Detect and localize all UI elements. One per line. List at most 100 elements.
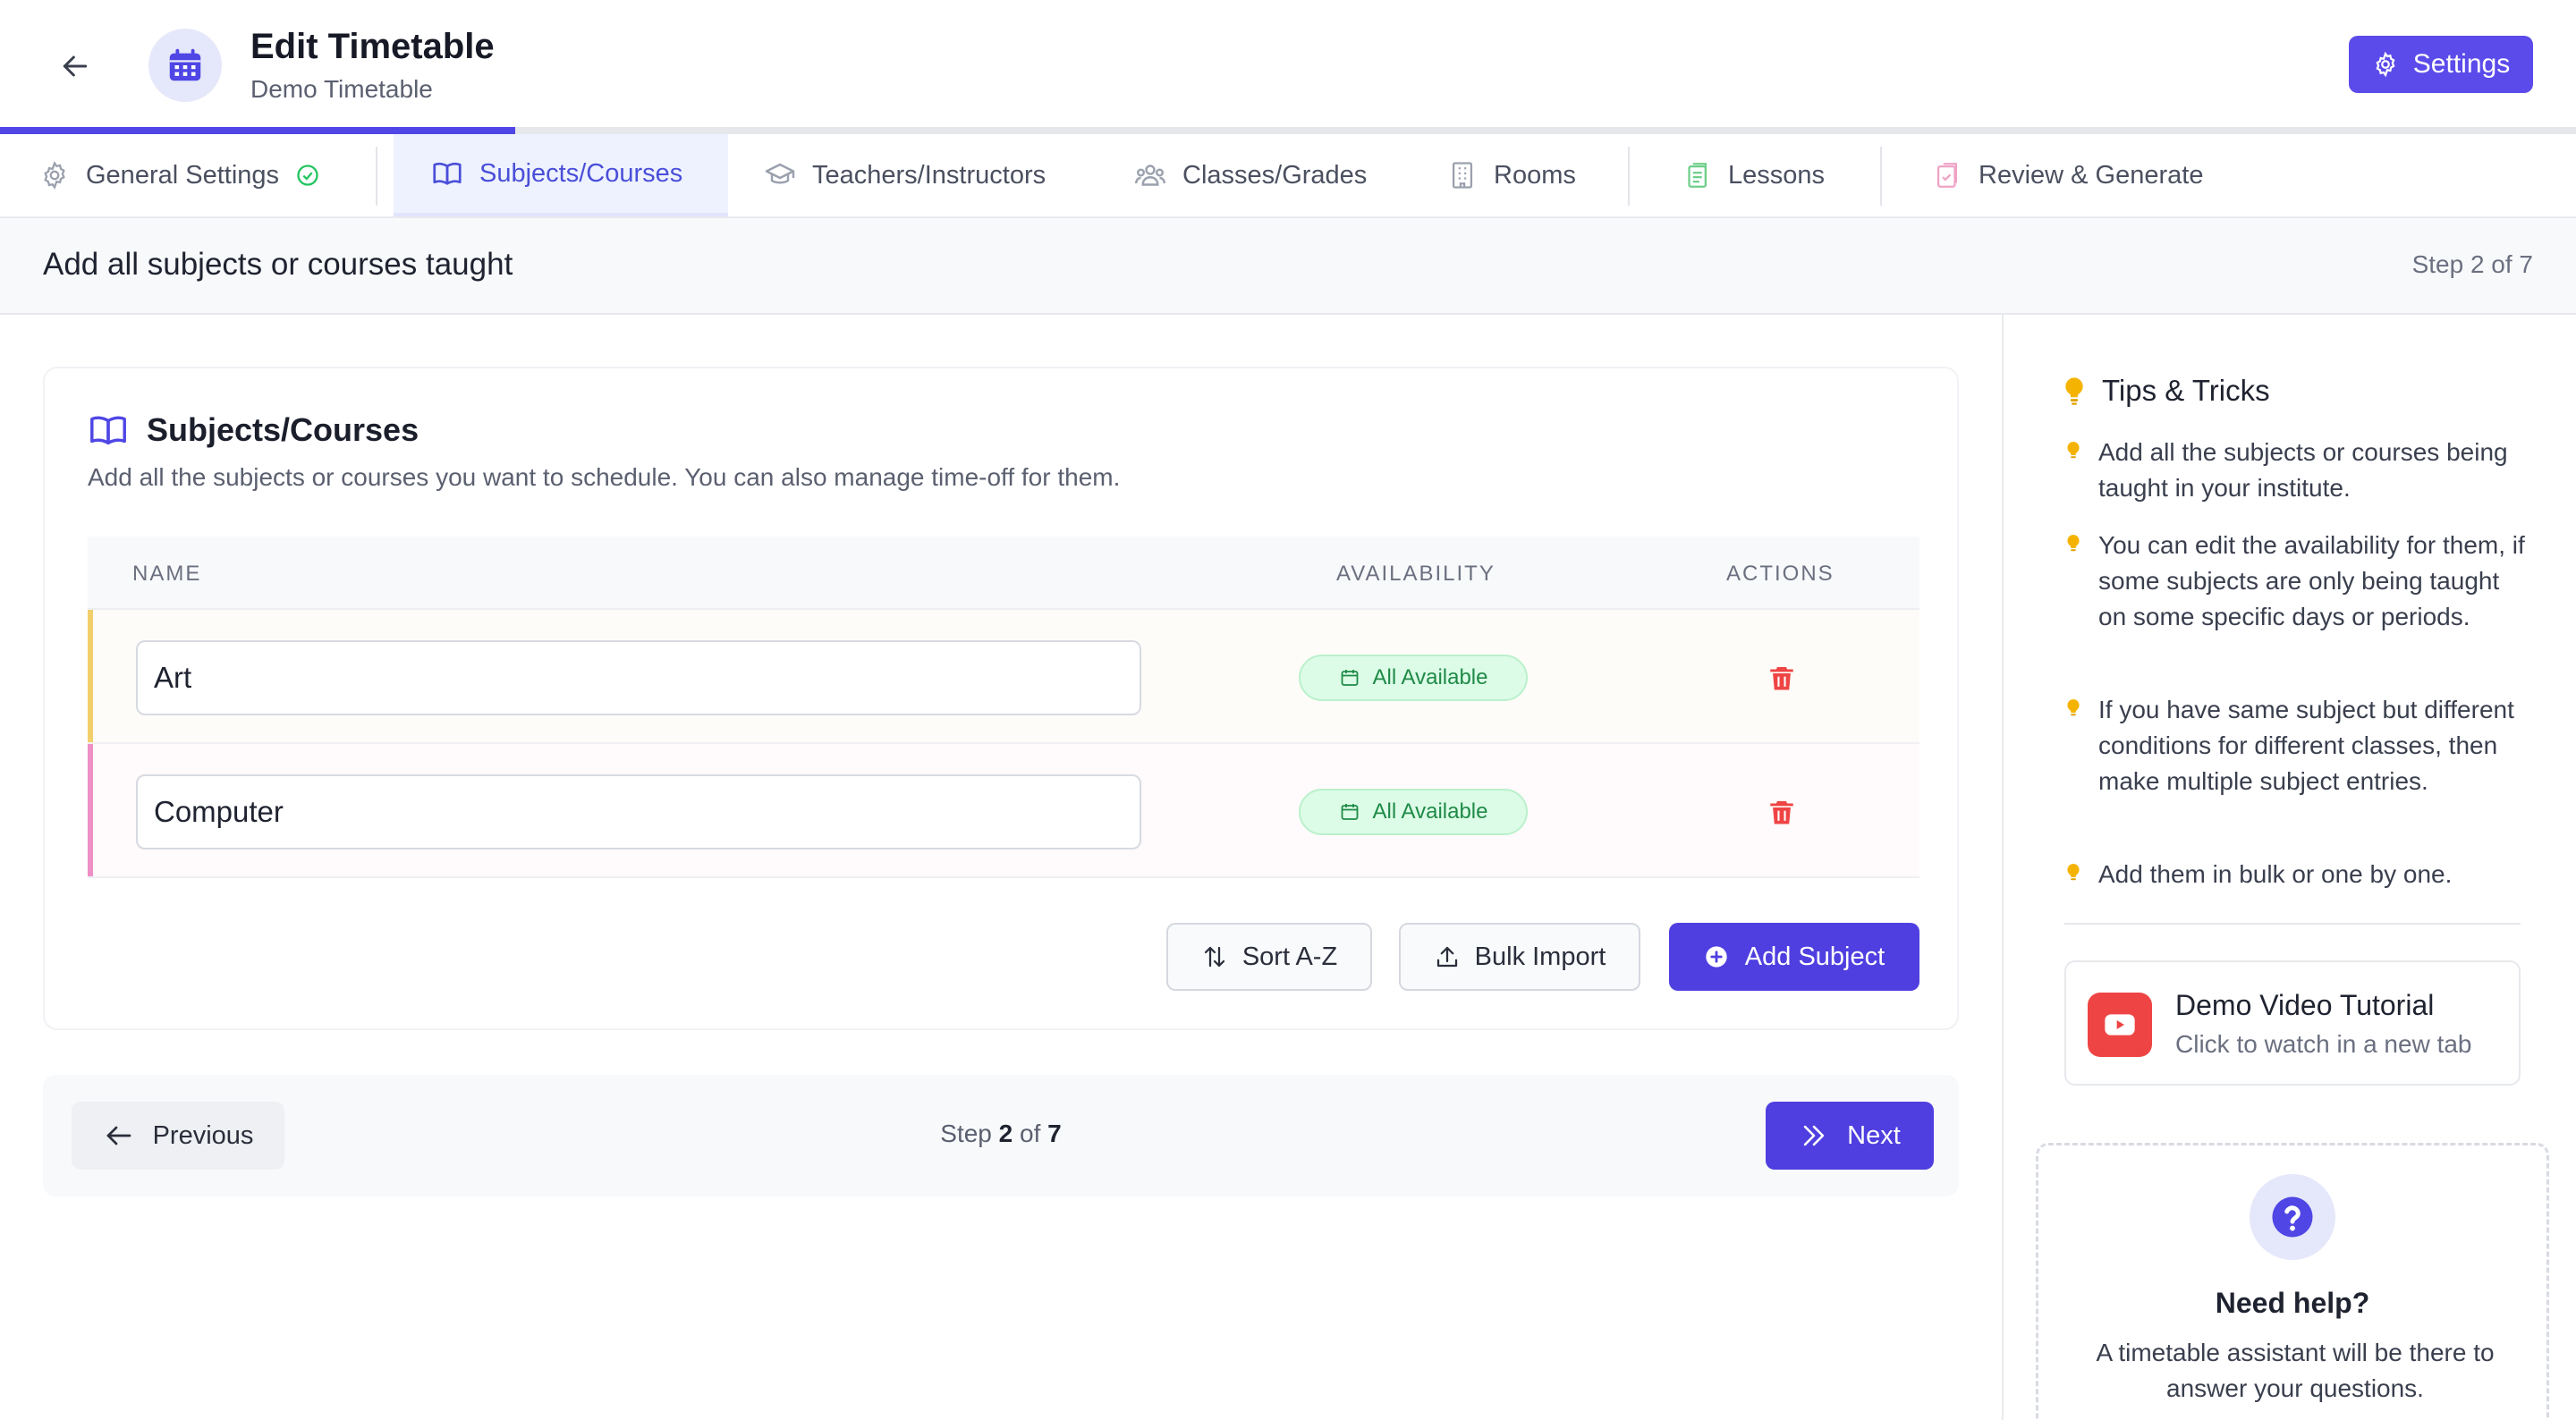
page-title: Edit Timetable bbox=[250, 27, 495, 66]
step-indicator: Step 2 of 7 bbox=[43, 1120, 1959, 1148]
row-color-stripe bbox=[88, 610, 93, 742]
add-subject-label: Add Subject bbox=[1744, 942, 1885, 971]
tab-label: Teachers/Instructors bbox=[812, 160, 1046, 190]
question-circle-icon bbox=[2250, 1174, 2335, 1260]
availability-label: All Available bbox=[1372, 799, 1488, 824]
step-total: 7 bbox=[1047, 1120, 1062, 1147]
help-card[interactable]: Need help? A timetable assistant will be… bbox=[2036, 1143, 2549, 1420]
tab-label: Subjects/Courses bbox=[479, 158, 683, 188]
column-header-availability: AVAILABILITY bbox=[1336, 562, 1496, 586]
users-icon bbox=[1135, 165, 1165, 186]
delete-row-button[interactable] bbox=[1764, 660, 1800, 696]
tab-label: Lessons bbox=[1728, 160, 1826, 190]
upload-icon bbox=[1436, 946, 1457, 968]
tips-heading-text: Tips & Tricks bbox=[2102, 374, 2270, 407]
check-circle-icon bbox=[297, 165, 318, 186]
bulk-import-button[interactable]: Bulk Import bbox=[1399, 923, 1640, 991]
sort-az-button[interactable]: Sort A-Z bbox=[1166, 923, 1372, 991]
bulk-import-label: Bulk Import bbox=[1474, 942, 1606, 971]
lightbulb-icon bbox=[2067, 864, 2080, 881]
wizard-tabs: General Settings Subjects/Courses Teache… bbox=[0, 134, 2576, 218]
next-label: Next bbox=[1847, 1120, 1901, 1150]
tips-heading: Tips & Tricks bbox=[2061, 374, 2270, 408]
tab-rooms[interactable]: Rooms bbox=[1447, 134, 1576, 216]
wizard-footer: Previous Step 2 of 7 Next bbox=[43, 1075, 1959, 1196]
step-counter: Step 2 of 7 bbox=[2411, 250, 2533, 278]
lightbulb-icon bbox=[2065, 377, 2083, 405]
sort-arrows-icon bbox=[1204, 946, 1224, 968]
arrow-left-icon bbox=[63, 55, 88, 77]
table-actions: Sort A-Z Bulk Import Add Subject bbox=[45, 923, 1961, 994]
calendar-icon bbox=[1341, 804, 1358, 820]
tab-divider bbox=[1628, 147, 1630, 206]
step-heading: Add all subjects or courses taught bbox=[43, 247, 513, 282]
sort-label: Sort A-Z bbox=[1241, 942, 1338, 971]
video-title: Demo Video Tutorial bbox=[2175, 989, 2435, 1021]
app-header: Edit Timetable Demo Timetable Settings bbox=[0, 0, 2576, 129]
trash-icon bbox=[1770, 800, 1793, 824]
tip-text: Add them in bulk or one by one. bbox=[2098, 860, 2453, 888]
sidebar-divider bbox=[2064, 923, 2521, 925]
add-subject-button[interactable]: Add Subject bbox=[1669, 923, 1919, 991]
calendar-icon bbox=[169, 48, 201, 81]
settings-button[interactable]: Settings bbox=[2349, 36, 2533, 93]
youtube-icon bbox=[2088, 993, 2152, 1057]
tip-item: You can edit the availability for them, … bbox=[2064, 528, 2529, 635]
card-title: Subjects/Courses bbox=[88, 410, 419, 451]
wizard-progress-fill bbox=[0, 127, 515, 134]
tab-review-generate[interactable]: Review & Generate bbox=[1932, 134, 2203, 216]
tab-label: Rooms bbox=[1494, 160, 1576, 190]
building-icon bbox=[1452, 162, 1473, 189]
tips-sidebar: Tips & Tricks Add all the subjects or co… bbox=[2002, 315, 2576, 1420]
lightbulb-icon bbox=[2067, 699, 2080, 716]
tip-text: If you have same subject but different c… bbox=[2098, 696, 2514, 795]
tab-classes-grades[interactable]: Classes/Grades bbox=[1134, 134, 1367, 216]
tip-item: Add them in bulk or one by one. bbox=[2064, 857, 2529, 892]
tab-general-settings[interactable]: General Settings bbox=[39, 134, 320, 216]
plus-circle-icon bbox=[1706, 946, 1727, 968]
double-chevron-right-icon bbox=[1803, 1125, 1825, 1146]
availability-badge[interactable]: All Available bbox=[1299, 789, 1528, 835]
subjects-card: Subjects/Courses Add all the subjects or… bbox=[43, 367, 1959, 1030]
step-bar: Add all subjects or courses taught Step … bbox=[0, 218, 2576, 315]
tab-divider bbox=[376, 147, 377, 206]
card-description: Add all the subjects or courses you want… bbox=[88, 463, 1121, 491]
subject-name-input[interactable] bbox=[136, 774, 1141, 849]
lightbulb-icon bbox=[2067, 535, 2080, 552]
video-subtitle: Click to watch in a new tab bbox=[2175, 1030, 2472, 1058]
tip-item: Add all the subjects or courses being ta… bbox=[2064, 435, 2529, 506]
table-row: All Available bbox=[88, 744, 1919, 878]
demo-video-link[interactable]: Demo Video Tutorial Click to watch in a … bbox=[2064, 960, 2521, 1086]
table-row: All Available bbox=[88, 610, 1919, 744]
book-icon bbox=[433, 162, 462, 185]
book-icon bbox=[90, 416, 126, 445]
tip-text: You can edit the availability for them, … bbox=[2098, 531, 2525, 630]
card-title-text: Subjects/Courses bbox=[147, 411, 419, 448]
checklist-icon bbox=[1936, 163, 1958, 188]
lightbulb-icon bbox=[2067, 442, 2080, 459]
clipboard-icon bbox=[1688, 163, 1707, 188]
column-header-actions: ACTIONS bbox=[1726, 562, 1835, 586]
gear-icon bbox=[44, 161, 65, 190]
subjects-table: NAME AVAILABILITY ACTIONS All Available … bbox=[88, 537, 1919, 887]
trash-icon bbox=[1770, 666, 1793, 690]
delete-row-button[interactable] bbox=[1764, 794, 1800, 830]
wizard-progress-bar bbox=[0, 127, 2576, 134]
calendar-icon bbox=[1341, 670, 1358, 686]
availability-badge[interactable]: All Available bbox=[1299, 655, 1528, 701]
step-prefix: Step bbox=[940, 1120, 992, 1147]
subject-name-input[interactable] bbox=[136, 640, 1141, 715]
table-header: NAME AVAILABILITY ACTIONS bbox=[88, 537, 1919, 610]
tab-subjects-courses[interactable]: Subjects/Courses bbox=[394, 134, 728, 216]
settings-label: Settings bbox=[2412, 49, 2511, 79]
tip-text: Add all the subjects or courses being ta… bbox=[2098, 438, 2508, 502]
tab-teachers-instructors[interactable]: Teachers/Instructors bbox=[764, 134, 1046, 216]
tab-label: General Settings bbox=[86, 160, 280, 190]
tab-lessons[interactable]: Lessons bbox=[1682, 134, 1825, 216]
calendar-app-icon bbox=[148, 29, 222, 102]
tip-item: If you have same subject but different c… bbox=[2064, 692, 2529, 799]
next-button[interactable]: Next bbox=[1766, 1102, 1934, 1170]
back-button[interactable] bbox=[50, 41, 100, 91]
availability-label: All Available bbox=[1372, 665, 1488, 689]
page-subtitle: Demo Timetable bbox=[250, 75, 433, 103]
